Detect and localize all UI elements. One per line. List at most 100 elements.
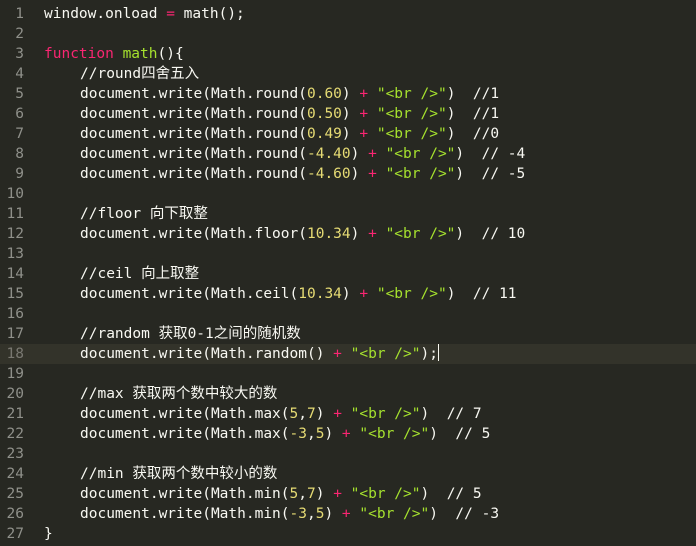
code-line[interactable]: document.write(Math.round(-4.40) + "<br … — [44, 144, 696, 164]
code-line[interactable]: document.write(Math.round(0.50) + "<br /… — [44, 104, 696, 124]
code-token: ) // 7 — [420, 406, 482, 422]
code-line[interactable]: document.write(Math.min(-3,5) + "<br />"… — [44, 504, 696, 524]
code-token: ) — [341, 286, 360, 302]
code-line[interactable]: //max 获取两个数中较大的数 — [44, 384, 696, 404]
code-token: document.write(Math.ceil( — [80, 286, 299, 302]
code-token: document.write(Math.round( — [80, 106, 307, 122]
empty-line — [44, 246, 53, 262]
code-line[interactable] — [44, 24, 696, 44]
code-line[interactable]: //round四舍五入 — [44, 64, 696, 84]
line-number: 11 — [6, 206, 24, 222]
code-line[interactable] — [44, 184, 696, 204]
code-token: ) //1 — [446, 86, 500, 102]
code-token: ) — [324, 506, 342, 522]
code-line[interactable]: document.write(Math.ceil(10.34) + "<br /… — [44, 284, 696, 304]
line-number: 10 — [6, 186, 24, 202]
code-line[interactable]: //ceil 向上取整 — [44, 264, 696, 284]
code-line[interactable]: document.write(Math.min(5,7) + "<br />")… — [44, 484, 696, 504]
line-number: 15 — [6, 286, 24, 302]
code-token: document.write(Math.min( — [80, 486, 290, 502]
code-token: "<br />" — [350, 486, 421, 502]
code-line[interactable] — [44, 364, 696, 384]
code-token: , — [306, 506, 316, 522]
code-line[interactable] — [44, 304, 696, 324]
line-number: 27 — [6, 526, 24, 542]
code-token: "<br />" — [359, 426, 430, 442]
code-token: document.write(Math.round( — [80, 86, 307, 102]
code-token: document.write(Math.round( — [80, 146, 307, 162]
code-token: function — [44, 46, 123, 62]
code-line[interactable]: //random 获取0-1之间的随机数 — [44, 324, 696, 344]
code-line[interactable]: document.write(Math.round(0.60) + "<br /… — [44, 84, 696, 104]
line-number: 6 — [15, 106, 24, 122]
code-line[interactable]: document.write(Math.round(0.49) + "<br /… — [44, 124, 696, 144]
line-number: 3 — [15, 46, 24, 62]
code-token: ) // -3 — [429, 506, 500, 522]
code-token: + — [359, 126, 369, 142]
line-number: 24 — [6, 466, 24, 482]
code-token: , — [298, 486, 307, 502]
code-token: "<br />" — [376, 106, 447, 122]
line-number: 9 — [15, 166, 24, 182]
code-token: document.write(Math.max( — [80, 406, 290, 422]
code-area[interactable]: window.onload = math(); function math(){… — [0, 4, 696, 544]
code-token: } — [44, 526, 53, 542]
code-token: ) // 11 — [446, 286, 517, 302]
code-token: (){ — [157, 46, 184, 62]
empty-line — [44, 186, 53, 202]
code-line[interactable]: document.write(Math.max(5,7) + "<br />")… — [44, 404, 696, 424]
code-token: -3 — [289, 426, 307, 442]
line-number: 21 — [6, 406, 24, 422]
line-number: 7 — [15, 126, 24, 142]
code-token: + — [359, 86, 369, 102]
code-editor[interactable]: 1 2 3 4 5 6 7 8 9 10 11 12 13 14 15 16 17 18 19 20 21 22 23 24 2… — [0, 0, 696, 546]
code-line[interactable]: document.write(Math.floor(10.34) + "<br … — [44, 224, 696, 244]
code-token: "<br />" — [350, 406, 421, 422]
code-token: document.write(Math.random() — [80, 346, 334, 362]
code-line[interactable]: //min 获取两个数中较小的数 — [44, 464, 696, 484]
code-line[interactable]: } — [44, 524, 696, 544]
code-line[interactable]: document.write(Math.round(-4.60) + "<br … — [44, 164, 696, 184]
code-token: //ceil 向上取整 — [80, 266, 200, 282]
code-token: , — [306, 426, 316, 442]
code-token: + — [333, 486, 342, 502]
code-token: + — [333, 346, 342, 362]
line-number: 25 — [6, 486, 24, 502]
code-token: "<br />" — [376, 286, 447, 302]
code-token: + — [368, 166, 377, 182]
code-line[interactable]: document.write(Math.max(-3,5) + "<br />"… — [44, 424, 696, 444]
code-token: ) — [341, 86, 360, 102]
code-token: document.write(Math.round( — [80, 166, 307, 182]
empty-line — [44, 26, 53, 42]
code-token: 10.34 — [298, 286, 342, 302]
line-number: 13 — [6, 246, 24, 262]
code-token: document.write(Math.floor( — [80, 226, 307, 242]
code-token: = — [166, 6, 175, 22]
code-token: //random 获取0-1之间的随机数 — [80, 326, 301, 342]
line-number: 12 — [6, 226, 24, 242]
code-token: ) // 5 — [420, 486, 482, 502]
code-token: ) — [315, 406, 334, 422]
code-token: 10.34 — [306, 226, 351, 242]
code-line[interactable] — [44, 244, 696, 264]
code-token: 0.49 — [306, 126, 342, 142]
code-line[interactable]: window.onload = math(); — [44, 4, 696, 24]
code-token: + — [368, 146, 377, 162]
code-token: //min 获取两个数中较小的数 — [80, 466, 278, 482]
code-token: ); — [420, 346, 438, 362]
code-token: //round四舍五入 — [80, 66, 200, 82]
code-line[interactable]: function math(){ — [44, 44, 696, 64]
line-number: 8 — [15, 146, 24, 162]
code-token: //max 获取两个数中较大的数 — [80, 386, 278, 402]
code-token: 0.50 — [306, 106, 342, 122]
code-line[interactable] — [44, 444, 696, 464]
code-token: + — [333, 406, 342, 422]
line-number: 23 — [6, 446, 24, 462]
code-token: ) — [315, 486, 334, 502]
code-token: ) — [350, 146, 369, 162]
code-line[interactable]: //floor 向下取整 — [44, 204, 696, 224]
code-line[interactable]: document.write(Math.random() + "<br />")… — [0, 344, 696, 364]
